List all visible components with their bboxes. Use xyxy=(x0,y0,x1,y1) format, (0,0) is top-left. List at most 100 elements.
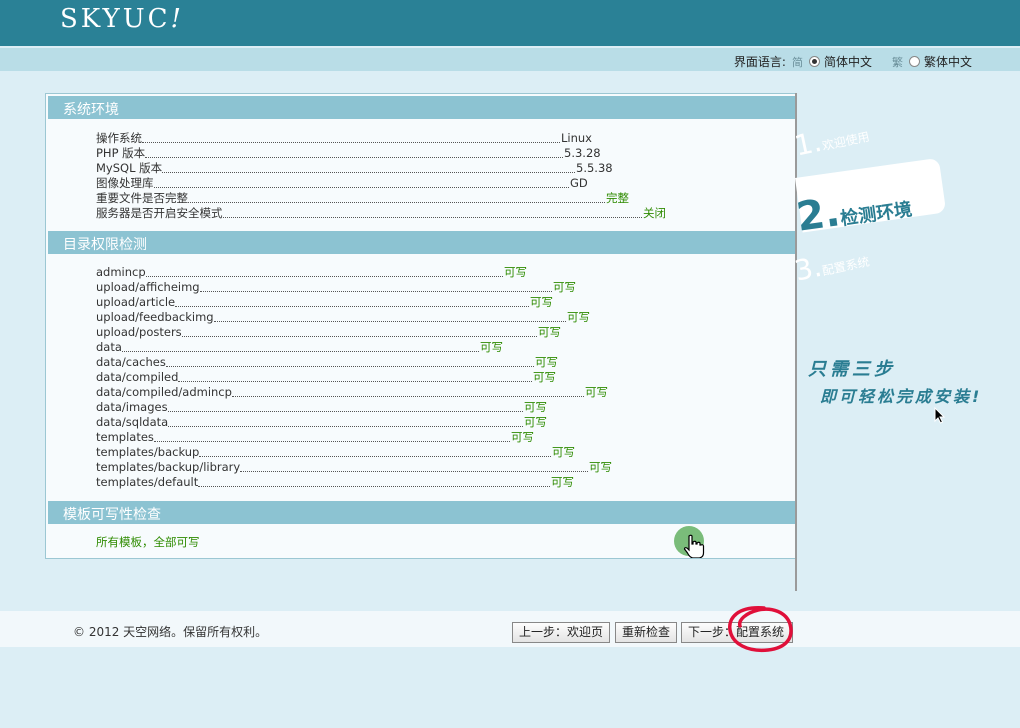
dir-row-leader xyxy=(232,396,584,397)
dir-row-leader xyxy=(146,276,503,277)
dir-row-status: 可写 xyxy=(585,385,608,399)
dir-row-leader xyxy=(175,306,529,307)
env-row-leader xyxy=(162,172,575,173)
dirs-section-title: 目录权限检测 xyxy=(48,231,795,254)
dir-row-path: templates/backup xyxy=(96,445,200,459)
dir-row-path: data/images xyxy=(96,400,168,414)
slogan-subtitle: 即可轻松完成安装! xyxy=(820,387,983,406)
dir-row: upload/afficheimg 可写 xyxy=(96,280,576,295)
step-3: 3.配置系统 xyxy=(791,249,871,288)
dir-row-path: data/compiled xyxy=(96,370,179,384)
env-row-label: 服务器是否开启安全模式 xyxy=(96,206,223,220)
dir-row-leader xyxy=(240,471,588,472)
templates-result: 所有模板，全部可写 xyxy=(96,535,200,549)
dir-row: upload/feedbackimg 可写 xyxy=(96,310,590,325)
env-row-leader xyxy=(154,187,569,188)
dir-row: upload/article 可写 xyxy=(96,295,553,310)
dir-row-status: 可写 xyxy=(524,415,547,429)
env-row-label: 操作系统 xyxy=(96,131,142,145)
env-row-value: Linux xyxy=(561,131,592,145)
env-row: PHP 版本 5.3.28 xyxy=(96,146,601,161)
dir-row-status: 可写 xyxy=(589,460,612,474)
dir-row-status: 可写 xyxy=(567,310,590,324)
dir-row-leader xyxy=(154,441,510,442)
simplified-label[interactable]: 简体中文 xyxy=(824,53,872,70)
dir-row: data 可写 xyxy=(96,340,503,355)
dir-row-leader xyxy=(168,426,523,427)
traditional-label[interactable]: 繁体中文 xyxy=(924,53,972,70)
recheck-button[interactable]: 重新检查 xyxy=(615,622,678,643)
mouse-pointer-icon xyxy=(934,407,946,424)
dir-row-status: 可写 xyxy=(480,340,503,354)
header-bar: SKYUC! xyxy=(0,0,1020,46)
dir-row: data/compiled 可写 xyxy=(96,370,556,385)
dir-row-path: templates xyxy=(96,430,154,444)
language-selector: 界面语言: 简 简体中文 繁 繁体中文 xyxy=(734,53,972,70)
env-row: 图像处理库 GD xyxy=(96,176,588,191)
dir-row: templates/backup 可写 xyxy=(96,445,575,460)
logo: SKYUC! xyxy=(60,4,184,34)
dir-row: templates 可写 xyxy=(96,430,534,445)
dir-row-status: 可写 xyxy=(504,265,527,279)
dir-row-leader xyxy=(198,486,550,487)
hand-cursor-icon xyxy=(683,534,705,558)
traditional-radio[interactable] xyxy=(908,56,920,67)
dir-row-path: templates/backup/library xyxy=(96,460,241,474)
dir-row-status: 可写 xyxy=(538,325,561,339)
language-bar: 界面语言: 简 简体中文 繁 繁体中文 xyxy=(0,48,1020,71)
prev-button[interactable]: 上一步：欢迎页 xyxy=(512,622,611,643)
simplified-flag-icon: 简 xyxy=(791,55,803,69)
dir-row: data/sqldata 可写 xyxy=(96,415,547,430)
slogan-title: 只需三步 xyxy=(808,359,896,380)
env-row-leader xyxy=(223,217,642,218)
dir-row-status: 可写 xyxy=(511,430,534,444)
env-row-value: GD xyxy=(570,176,588,190)
dir-row: templates/default 可写 xyxy=(96,475,574,490)
env-row-value: 5.5.38 xyxy=(576,161,613,175)
dir-row-status: 可写 xyxy=(551,475,574,489)
dir-row-leader xyxy=(178,381,532,382)
dir-row: templates/backup/library 可写 xyxy=(96,460,612,475)
dir-row-path: templates/default xyxy=(96,475,199,489)
dir-row-path: data xyxy=(96,340,122,354)
dir-row-status: 可写 xyxy=(524,400,547,414)
env-row: 重要文件是否完整 完整 xyxy=(96,191,629,206)
footer: © 2012 天空网络。保留所有权利。 xyxy=(0,611,1020,647)
env-row-leader xyxy=(188,202,605,203)
dir-row-leader xyxy=(199,456,551,457)
dir-row-leader xyxy=(214,321,566,322)
env-row-leader xyxy=(145,157,563,158)
dir-row: admincp 可写 xyxy=(96,265,527,280)
copyright: © 2012 天空网络。保留所有权利。 xyxy=(73,625,268,639)
dir-row-leader xyxy=(182,336,537,337)
dir-row-leader xyxy=(168,411,523,412)
language-label: 界面语言: xyxy=(733,55,786,69)
env-row-value: 关闭 xyxy=(643,206,666,220)
env-row-value: 完整 xyxy=(606,191,629,205)
dir-row-status: 可写 xyxy=(552,445,575,459)
dir-row-status: 可写 xyxy=(530,295,553,309)
dir-row-path: upload/afficheimg xyxy=(96,280,200,294)
dir-row-path: data/sqldata xyxy=(96,415,169,429)
dir-row-status: 可写 xyxy=(553,280,576,294)
env-row-label: PHP 版本 xyxy=(96,146,146,160)
step-1: 1.欢迎使用 xyxy=(791,124,871,163)
env-row: 服务器是否开启安全模式 关闭 xyxy=(96,206,666,221)
dir-row-leader xyxy=(166,366,534,367)
env-section-title: 系统环境 xyxy=(48,96,795,119)
env-row-value: 5.3.28 xyxy=(564,146,601,160)
dir-row-status: 可写 xyxy=(533,370,556,384)
annotation-circle xyxy=(728,606,793,653)
dir-row: upload/posters 可写 xyxy=(96,325,561,340)
simplified-radio[interactable] xyxy=(808,56,820,67)
dir-row-path: data/compiled/admincp xyxy=(96,385,232,399)
env-row-label: 图像处理库 xyxy=(96,176,154,190)
dir-row-status: 可写 xyxy=(535,355,558,369)
dir-row-path: upload/feedbackimg xyxy=(96,310,214,324)
dir-row: data/caches 可写 xyxy=(96,355,558,370)
dir-row-path: upload/posters xyxy=(96,325,182,339)
dir-row-path: upload/article xyxy=(96,295,176,309)
sidebar-divider xyxy=(795,93,797,591)
check-panel: 系统环境 操作系统 Linux PHP 版本 5.3.28 MySQL 版本 5.5.38… xyxy=(45,93,796,559)
env-row-leader xyxy=(142,142,560,143)
